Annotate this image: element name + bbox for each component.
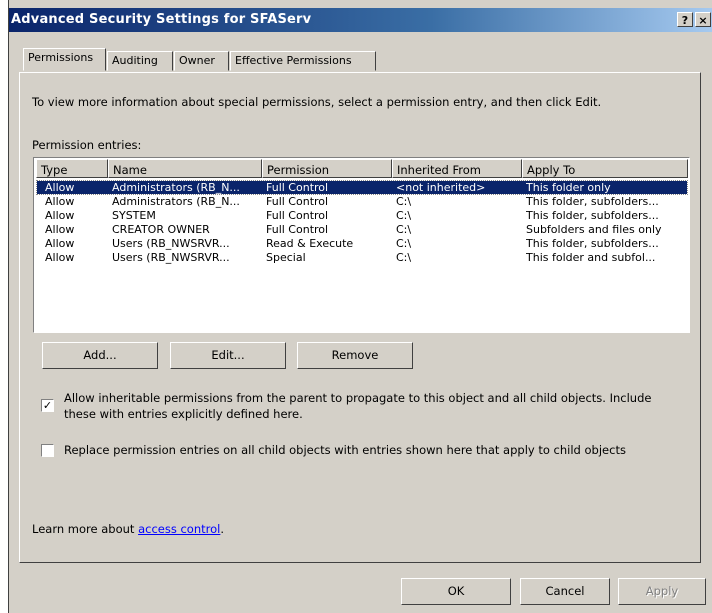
cell-apply-to: This folder, subfolders... xyxy=(526,209,659,222)
ok-button[interactable]: OK xyxy=(401,578,511,605)
title-bar[interactable]: Advanced Security Settings for SFAServ ?… xyxy=(9,8,712,32)
cell-permission: Special xyxy=(266,251,306,264)
tab-effective-permissions-label: Effective Permissions xyxy=(235,54,352,67)
cell-type: Allow xyxy=(45,181,75,194)
cell-inherited-from: C:\ xyxy=(396,223,412,236)
learn-more-suffix: . xyxy=(220,522,225,536)
close-button[interactable]: × xyxy=(695,12,711,27)
column-header-name[interactable]: Name xyxy=(108,159,262,178)
learn-more-text: Learn more about access control. xyxy=(32,522,224,536)
cell-apply-to: This folder, subfolders... xyxy=(526,237,659,250)
cell-name: CREATOR OWNER xyxy=(112,223,210,236)
cell-inherited-from: C:\ xyxy=(396,251,412,264)
background-desktop xyxy=(0,0,8,613)
tab-auditing[interactable]: Auditing xyxy=(107,51,173,71)
tab-permissions-label: Permissions xyxy=(28,51,94,64)
tab-auditing-label: Auditing xyxy=(112,54,158,67)
cell-name: Administrators (RB_N... xyxy=(112,195,240,208)
inherit-permissions-checkbox[interactable]: ✓ xyxy=(41,399,54,412)
cell-name: Users (RB_NWSRVR... xyxy=(112,251,230,264)
cell-permission: Read & Execute xyxy=(266,237,354,250)
cell-apply-to: Subfolders and files only xyxy=(526,223,662,236)
add-button[interactable]: Add... xyxy=(42,342,158,369)
apply-button[interactable]: Apply xyxy=(618,578,706,605)
tab-effective-permissions[interactable]: Effective Permissions xyxy=(230,51,376,71)
cell-inherited-from: <not inherited> xyxy=(396,181,486,194)
cell-type: Allow xyxy=(45,209,75,222)
replace-entries-label: Replace permission entries on all child … xyxy=(64,443,626,457)
inherit-permissions-label: Allow inheritable permissions from the p… xyxy=(64,390,651,422)
permission-entries-label: Permission entries: xyxy=(32,138,142,152)
help-button[interactable]: ? xyxy=(677,12,693,27)
column-header-permission[interactable]: Permission xyxy=(262,159,392,178)
tab-owner-label: Owner xyxy=(179,54,215,67)
column-header-type[interactable]: Type xyxy=(36,159,108,178)
cell-permission: Full Control xyxy=(266,195,329,208)
cell-apply-to: This folder, subfolders... xyxy=(526,195,659,208)
access-control-link[interactable]: access control xyxy=(138,522,220,536)
tab-permissions[interactable]: Permissions xyxy=(23,48,106,71)
edit-button[interactable]: Edit... xyxy=(170,342,286,369)
table-row[interactable]: Allow Users (RB_NWSRVR... Read & Execute… xyxy=(37,237,687,250)
inherit-permissions-label-line2: these with entries explicitly defined he… xyxy=(64,407,303,421)
table-row[interactable]: Allow Users (RB_NWSRVR... Special C:\ Th… xyxy=(37,251,687,264)
column-header-apply-to[interactable]: Apply To xyxy=(522,159,688,178)
learn-more-prefix: Learn more about xyxy=(32,522,139,536)
cell-type: Allow xyxy=(45,223,75,236)
cell-permission: Full Control xyxy=(266,209,329,222)
table-row[interactable]: Allow Administrators (RB_N... Full Contr… xyxy=(37,195,687,208)
window-title: Advanced Security Settings for SFAServ xyxy=(11,12,312,27)
table-row[interactable]: Allow SYSTEM Full Control C:\ This folde… xyxy=(37,209,687,222)
permission-entries-list[interactable]: Type Name Permission Inherited From Appl… xyxy=(33,157,690,333)
inherit-permissions-label-line1: Allow inheritable permissions from the p… xyxy=(64,391,652,405)
remove-button[interactable]: Remove xyxy=(297,342,413,369)
cell-apply-to: This folder only xyxy=(526,181,611,194)
table-row[interactable]: Allow Administrators (RB_N... Full Contr… xyxy=(36,180,688,195)
cell-inherited-from: C:\ xyxy=(396,195,412,208)
cell-inherited-from: C:\ xyxy=(396,237,412,250)
cell-name: Administrators (RB_N... xyxy=(112,181,240,194)
cancel-button[interactable]: Cancel xyxy=(520,578,610,605)
replace-entries-checkbox[interactable] xyxy=(41,444,54,457)
tab-owner[interactable]: Owner xyxy=(174,51,229,71)
cell-type: Allow xyxy=(45,251,75,264)
table-row[interactable]: Allow CREATOR OWNER Full Control C:\ Sub… xyxy=(37,223,687,236)
column-header-inherited-from[interactable]: Inherited From xyxy=(392,159,522,178)
cell-name: SYSTEM xyxy=(112,209,156,222)
cell-permission: Full Control xyxy=(266,223,329,236)
cell-permission: Full Control xyxy=(266,181,329,194)
intro-text: To view more information about special p… xyxy=(32,95,602,109)
cell-type: Allow xyxy=(45,237,75,250)
cell-inherited-from: C:\ xyxy=(396,209,412,222)
cell-name: Users (RB_NWSRVR... xyxy=(112,237,230,250)
cell-type: Allow xyxy=(45,195,75,208)
cell-apply-to: This folder and subfol... xyxy=(526,251,656,264)
